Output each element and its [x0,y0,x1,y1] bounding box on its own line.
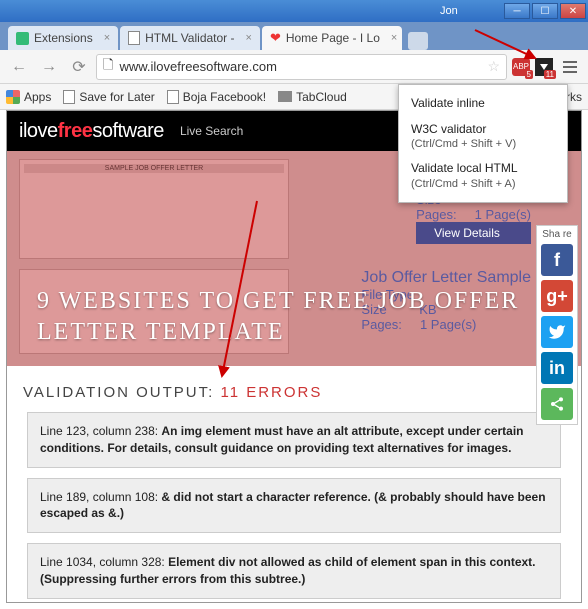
tab-extensions[interactable]: Extensions × [8,26,118,50]
annotation-arrow-to-errors [147,196,267,386]
heart-icon: ❤ [270,30,281,46]
validation-error-item: Line 189, column 108: & did not start a … [27,478,561,534]
validation-error-item: Line 1034, column 328: Element div not a… [27,543,561,599]
page-icon [167,90,179,104]
window-titlebar: Jon ─ ☐ ✕ [0,0,588,22]
hero-headline: 9 WEBSITES TO GET FREE JOB OFFER LETTER … [37,286,521,348]
abp-badge: 5 [525,70,533,79]
share-sidebar: Sha re f g+ in [536,225,578,425]
page-icon [63,90,75,104]
window-close-button[interactable]: ✕ [560,3,586,19]
tab-home-page[interactable]: ❤ Home Page - I Lo × [262,26,402,50]
validation-error-item: Line 123, column 238: An img element mus… [27,412,561,468]
share-linkedin-button[interactable]: in [541,352,573,384]
share-twitter-button[interactable] [541,316,573,348]
site-logo[interactable]: ilovefreesoftware [19,120,164,143]
menu-validate-inline[interactable]: Validate inline [399,91,567,117]
tabcloud-icon [278,91,292,102]
back-button[interactable]: ← [6,54,32,80]
window-minimize-button[interactable]: ─ [504,3,530,19]
validator-badge: 11 [544,70,556,79]
bookmark-save-for-later[interactable]: Save for Later [63,90,154,104]
annotation-arrow-to-extension [470,20,560,70]
puzzle-icon [16,32,29,45]
close-icon[interactable]: × [104,32,110,44]
tab-label: HTML Validator - [145,31,234,45]
tab-label: Extensions [34,31,93,45]
reload-button[interactable]: ⟳ [66,54,92,80]
share-more-button[interactable] [541,388,573,420]
menu-validate-local-html[interactable]: Validate local HTML (Ctrl/Cmd + Shift + … [399,156,567,196]
validation-error-list: Line 123, column 238: An img element mus… [7,412,581,603]
share-label: Sha re [542,230,571,240]
address-bar[interactable]: 🗋 www.ilovefreesoftware.com ☆ [96,54,507,80]
share-facebook-button[interactable]: f [541,244,573,276]
tab-label: Home Page - I Lo [286,31,380,45]
bookmark-tabcloud[interactable]: TabCloud [278,90,347,104]
forward-button[interactable]: → [36,54,62,80]
share-googleplus-button[interactable]: g+ [541,280,573,312]
address-url: www.ilovefreesoftware.com [119,59,277,74]
menu-w3c-validator[interactable]: W3C validator (Ctrl/Cmd + Shift + V) [399,117,567,157]
apps-button[interactable]: Apps [6,90,51,104]
window-maximize-button[interactable]: ☐ [532,3,558,19]
new-tab-button[interactable] [408,32,428,50]
chrome-menu-button[interactable] [558,61,582,73]
apps-icon [6,90,20,104]
validator-extension-menu: Validate inline W3C validator (Ctrl/Cmd … [398,84,568,203]
close-icon[interactable]: × [391,32,397,44]
tab-html-validator[interactable]: HTML Validator - × [120,26,260,50]
bookmark-boja-facebook[interactable]: Boja Facebook! [167,90,266,104]
validation-output-heading: VALIDATION OUTPUT: 11 ERRORS [7,366,581,412]
window-username[interactable]: Jon [440,5,458,17]
live-search-label[interactable]: Live Search [180,124,243,138]
close-icon[interactable]: × [246,32,252,44]
page-icon: 🗋 [103,56,113,78]
page-icon [128,31,140,45]
view-details-button[interactable]: View Details [416,222,531,244]
